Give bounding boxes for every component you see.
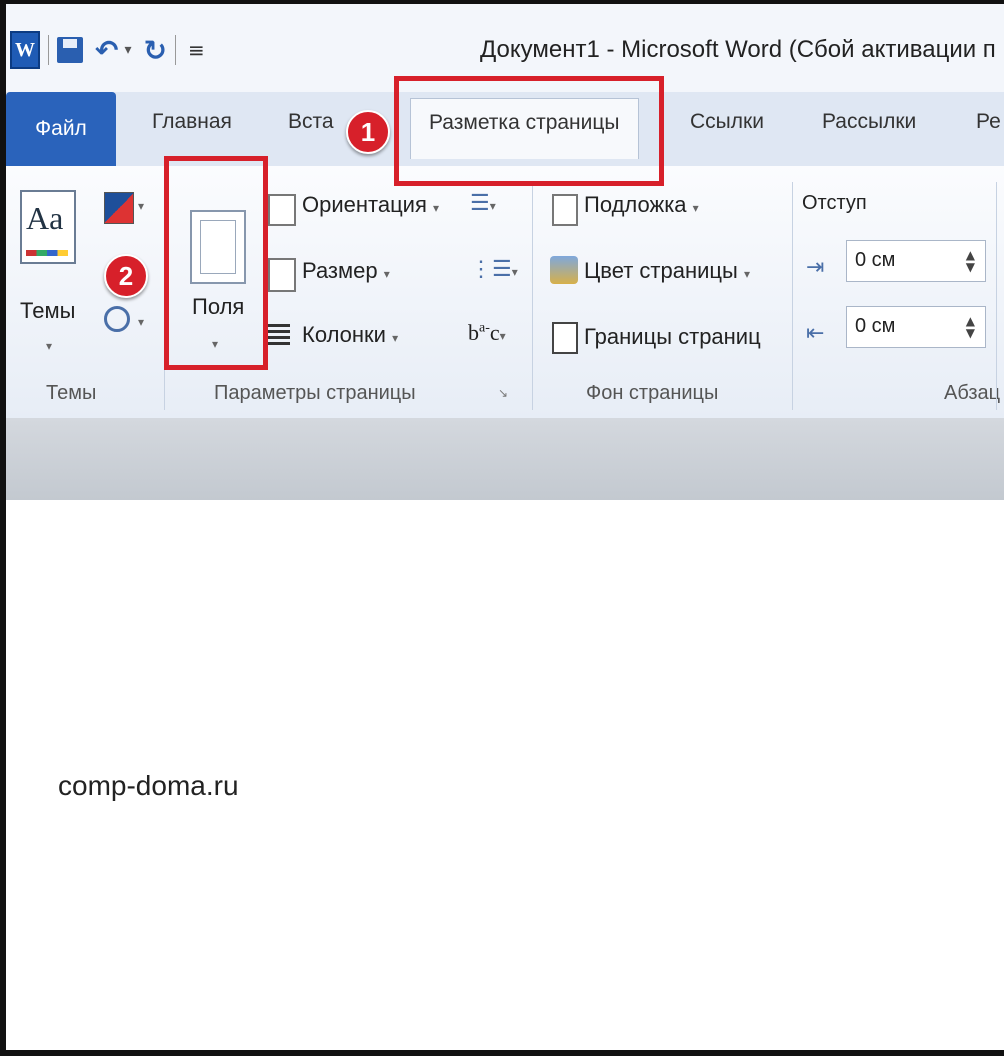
save-icon[interactable] xyxy=(57,37,83,63)
theme-colors-dropdown-icon[interactable]: ▾ xyxy=(138,190,144,216)
tab-home[interactable]: Главная xyxy=(152,110,232,134)
size-label: Размер xyxy=(302,258,378,283)
size-button[interactable]: Размер ▾ xyxy=(302,258,390,284)
undo-dropdown-icon[interactable]: ▾ xyxy=(124,42,131,58)
indent-right-input[interactable]: 0 см ▲ ▼ xyxy=(846,306,986,348)
indent-left-input[interactable]: 0 см ▲ ▼ xyxy=(846,240,986,282)
undo-icon[interactable]: ↶ xyxy=(95,34,118,67)
group-label-page-background: Фон страницы xyxy=(586,382,719,404)
customize-qat-icon[interactable]: ≡ xyxy=(188,38,205,62)
page-borders-icon[interactable] xyxy=(552,322,578,354)
columns-icon[interactable] xyxy=(268,324,290,346)
group-label-themes: Темы xyxy=(46,382,97,404)
line-numbers-icon[interactable]: ⋮☰▾ xyxy=(470,256,518,282)
highlight-margins-button xyxy=(164,156,268,370)
qat-separator xyxy=(174,35,176,65)
group-label-page-setup: Параметры страницы xyxy=(214,382,416,404)
highlight-page-layout-tab xyxy=(394,76,664,186)
tab-file[interactable]: Файл xyxy=(6,92,116,166)
group-label-paragraph: Абзац xyxy=(944,382,1001,404)
page-color-icon[interactable] xyxy=(550,256,578,284)
indent-right-icon: ⇤ xyxy=(806,320,825,345)
qat-separator xyxy=(48,35,49,65)
orientation-button[interactable]: Ориентация ▾ xyxy=(302,192,439,218)
theme-colors-icon[interactable] xyxy=(104,192,134,224)
indent-right-value: 0 см xyxy=(855,315,896,337)
group-divider xyxy=(996,182,997,410)
page-color-button[interactable]: Цвет страницы ▾ xyxy=(584,258,750,284)
redo-icon[interactable]: ↻ xyxy=(144,34,167,67)
breaks-icon[interactable]: ☰▾ xyxy=(470,190,496,216)
page-color-label: Цвет страницы xyxy=(584,258,738,283)
themes-dropdown-icon[interactable]: ▾ xyxy=(46,330,52,356)
group-divider xyxy=(532,182,533,410)
tab-review[interactable]: Ре xyxy=(976,110,1001,134)
tab-references[interactable]: Ссылки xyxy=(690,110,764,134)
group-divider xyxy=(792,182,793,410)
spinner-arrows-icon[interactable]: ▲ ▼ xyxy=(966,249,975,273)
spinner-arrows-icon[interactable]: ▲ ▼ xyxy=(966,315,975,339)
document-text[interactable]: comp-doma.ru xyxy=(58,770,239,802)
columns-button[interactable]: Колонки ▾ xyxy=(302,322,398,348)
orientation-label: Ориентация xyxy=(302,192,427,217)
document-background xyxy=(6,418,1004,500)
watermark-button[interactable]: Подложка ▾ xyxy=(584,192,699,218)
watermark-icon[interactable] xyxy=(552,194,578,226)
watermark-label: Подложка xyxy=(584,192,687,217)
word-app-icon[interactable]: W xyxy=(10,31,40,69)
quick-access-toolbar: W ↶ ▾ ↻ ≡ xyxy=(6,30,205,70)
orientation-icon[interactable] xyxy=(268,194,296,226)
page-borders-button[interactable]: Границы страниц xyxy=(584,324,761,350)
theme-effects-icon[interactable] xyxy=(104,306,130,332)
tab-mailings[interactable]: Рассылки xyxy=(822,110,916,134)
themes-icon[interactable]: Aa xyxy=(20,190,76,264)
page-setup-launcher-icon[interactable]: ↘ xyxy=(498,386,508,400)
theme-effects-dropdown-icon[interactable]: ▾ xyxy=(138,306,144,332)
window-title: Документ1 - Microsoft Word (Сбой активац… xyxy=(480,36,996,63)
ribbon: Aa Темы ▾ ▾ ▾ Темы Поля ▾ Ориентация ▾ Р… xyxy=(6,166,1004,419)
size-icon[interactable] xyxy=(268,258,296,292)
tab-insert[interactable]: Вста xyxy=(288,110,334,134)
annotation-badge-2: 2 xyxy=(104,254,148,298)
columns-label: Колонки xyxy=(302,322,386,347)
themes-button-label[interactable]: Темы xyxy=(20,298,75,324)
indent-label: Отступ xyxy=(802,192,867,214)
annotation-badge-1: 1 xyxy=(346,110,390,154)
indent-left-icon: ⇥ xyxy=(806,254,825,279)
indent-left-value: 0 см xyxy=(855,249,896,271)
hyphenation-icon[interactable]: ba-c▾ xyxy=(468,320,506,346)
